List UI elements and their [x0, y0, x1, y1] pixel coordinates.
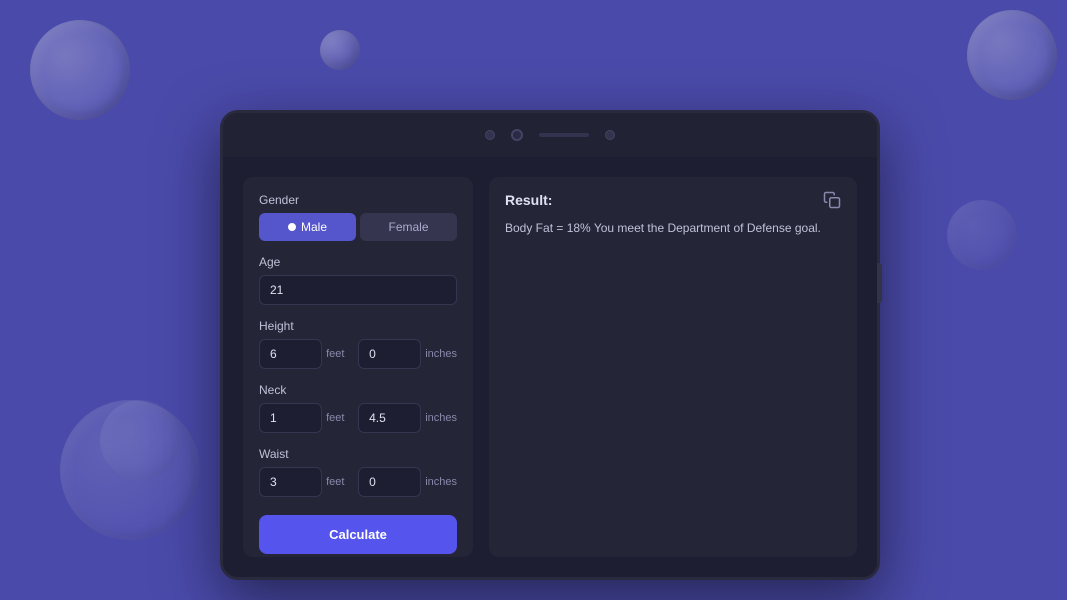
height-inches-unit: inches: [425, 348, 457, 360]
neck-inputs: feet inches: [259, 403, 457, 433]
form-panel: Gender Male Female Age Height: [243, 177, 473, 557]
gender-female-label: Female: [388, 220, 428, 234]
age-field-group: Age: [259, 255, 457, 305]
result-panel: Result: Body Fat = 18% You meet the Depa…: [489, 177, 857, 557]
gender-field-group: Gender Male Female: [259, 193, 457, 241]
waist-feet-unit: feet: [326, 476, 354, 488]
camera-left-icon: [485, 130, 495, 140]
neck-feet-unit: feet: [326, 412, 354, 424]
tablet-device: Gender Male Female Age Height: [220, 110, 880, 580]
bg-bubble-mid-right: [947, 200, 1017, 270]
copy-icon[interactable]: [823, 191, 841, 209]
bg-bubble-top-right: [967, 10, 1057, 100]
calculate-label: Calculate: [329, 527, 387, 542]
gender-female-button[interactable]: Female: [360, 213, 457, 241]
tablet-content: Gender Male Female Age Height: [223, 157, 877, 577]
age-input[interactable]: [259, 275, 457, 305]
tablet-side-button: [877, 263, 882, 303]
height-field-group: Height feet inches: [259, 319, 457, 369]
waist-feet-input[interactable]: [259, 467, 322, 497]
speaker-icon: [539, 133, 589, 137]
height-inches-input[interactable]: [358, 339, 421, 369]
calculate-button[interactable]: Calculate: [259, 515, 457, 554]
waist-inputs: feet inches: [259, 467, 457, 497]
bg-bubble-top-left: [30, 20, 130, 120]
age-label: Age: [259, 255, 457, 269]
height-label: Height: [259, 319, 457, 333]
waist-inches-unit: inches: [425, 476, 457, 488]
result-text: Body Fat = 18% You meet the Department o…: [505, 219, 841, 238]
neck-field-group: Neck feet inches: [259, 383, 457, 433]
neck-inches-input[interactable]: [358, 403, 421, 433]
gender-male-button[interactable]: Male: [259, 213, 356, 241]
result-header: Result:: [505, 191, 841, 209]
camera-right-icon: [605, 130, 615, 140]
neck-label: Neck: [259, 383, 457, 397]
waist-label: Waist: [259, 447, 457, 461]
waist-field-group: Waist feet inches: [259, 447, 457, 497]
neck-inches-unit: inches: [425, 412, 457, 424]
bg-bubble-top-center: [320, 30, 360, 70]
height-inputs: feet inches: [259, 339, 457, 369]
neck-feet-input[interactable]: [259, 403, 322, 433]
height-feet-unit: feet: [326, 348, 354, 360]
bg-bubble-mid-left2: [100, 400, 180, 480]
waist-inches-input[interactable]: [358, 467, 421, 497]
tablet-topbar: [223, 113, 877, 157]
camera-center-icon: [511, 129, 523, 141]
gender-male-label: Male: [301, 220, 327, 234]
gender-label: Gender: [259, 193, 457, 207]
radio-male-icon: [288, 223, 296, 231]
gender-toggle: Male Female: [259, 213, 457, 241]
height-feet-input[interactable]: [259, 339, 322, 369]
result-title: Result:: [505, 192, 552, 208]
